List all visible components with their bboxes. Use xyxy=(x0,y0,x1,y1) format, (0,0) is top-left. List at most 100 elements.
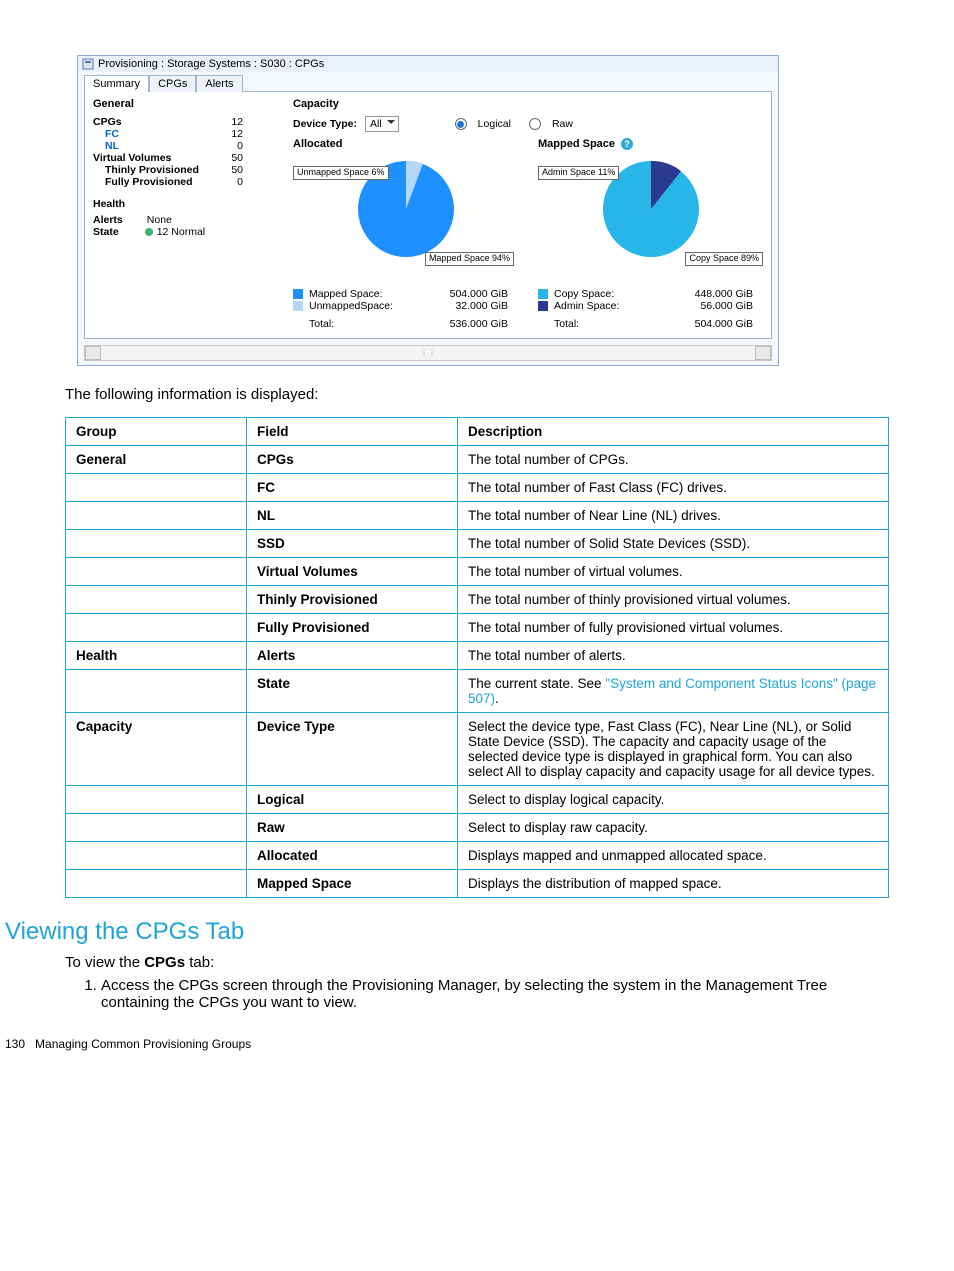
swatch-unmapped-icon xyxy=(293,301,303,311)
cell-desc: The current state. See "System and Compo… xyxy=(458,670,889,713)
help-icon[interactable]: ? xyxy=(621,138,633,150)
cell-group xyxy=(66,530,247,558)
table-row: Virtual VolumesThe total number of virtu… xyxy=(66,558,889,586)
thin-label: Thinly Provisioned xyxy=(93,164,199,176)
cell-group xyxy=(66,474,247,502)
scroll-right-button[interactable] xyxy=(755,346,771,360)
cell-desc: The total number of fully provisioned vi… xyxy=(458,614,889,642)
cell-group: General xyxy=(66,446,247,474)
legend-unmapped-val: 32.000 GiB xyxy=(455,300,508,312)
cell-group xyxy=(66,586,247,614)
capacity-heading: Capacity xyxy=(293,98,763,110)
cpgs-label: CPGs xyxy=(93,116,122,128)
horizontal-scrollbar[interactable]: ⋮⋮ xyxy=(84,345,772,361)
legend-copy-val: 448.000 GiB xyxy=(695,288,753,300)
fc-value: 12 xyxy=(231,128,243,140)
table-row: CapacityDevice TypeSelect the device typ… xyxy=(66,713,889,786)
state-value: 12 Normal xyxy=(145,226,205,238)
admin-callout: Admin Space 11% xyxy=(538,166,619,180)
fc-label[interactable]: FC xyxy=(93,128,119,140)
cell-field: Logical xyxy=(247,786,458,814)
table-row: Fully ProvisionedThe total number of ful… xyxy=(66,614,889,642)
cell-field: Raw xyxy=(247,814,458,842)
cell-field: SSD xyxy=(247,530,458,558)
cell-group xyxy=(66,558,247,586)
table-row: StateThe current state. See "System and … xyxy=(66,670,889,713)
cell-group xyxy=(66,814,247,842)
cell-field: Thinly Provisioned xyxy=(247,586,458,614)
logical-label: Logical xyxy=(478,118,511,130)
table-row: FCThe total number of Fast Class (FC) dr… xyxy=(66,474,889,502)
window-title: Provisioning : Storage Systems : S030 : … xyxy=(98,58,324,70)
allocated-chart: Allocated Unmapped Space 6% Mapped Space… xyxy=(293,138,518,330)
tab-alerts[interactable]: Alerts xyxy=(196,75,242,92)
full-value: 0 xyxy=(237,176,243,188)
logical-radio[interactable] xyxy=(455,118,467,130)
vv-value: 50 xyxy=(231,152,243,164)
cell-desc: The total number of Fast Class (FC) driv… xyxy=(458,474,889,502)
full-label: Fully Provisioned xyxy=(93,176,193,188)
raw-label: Raw xyxy=(552,118,573,130)
cell-desc: The total number of alerts. xyxy=(458,642,889,670)
cell-field: Alerts xyxy=(247,642,458,670)
tab-strip: Summary CPGs Alerts xyxy=(78,72,778,91)
window-title-bar: Provisioning : Storage Systems : S030 : … xyxy=(78,56,778,72)
table-row: RawSelect to display raw capacity. xyxy=(66,814,889,842)
scroll-left-button[interactable] xyxy=(85,346,101,360)
allocated-total-label: Total: xyxy=(293,318,334,330)
swatch-admin-icon xyxy=(538,301,548,311)
table-row: SSDThe total number of Solid State Devic… xyxy=(66,530,889,558)
cell-group xyxy=(66,786,247,814)
intro-text: The following information is displayed: xyxy=(65,386,889,403)
device-type-dropdown[interactable]: All xyxy=(365,116,399,132)
legend-admin-val: 56.000 GiB xyxy=(700,300,753,312)
table-row: Mapped SpaceDisplays the distribution of… xyxy=(66,870,889,898)
mapped-total-label: Total: xyxy=(538,318,579,330)
legend-copy-label: Copy Space: xyxy=(554,288,614,300)
status-normal-icon xyxy=(145,228,153,236)
legend-mapped-label: Mapped Space: xyxy=(309,288,383,300)
vv-label: Virtual Volumes xyxy=(93,152,171,164)
table-row: Thinly ProvisionedThe total number of th… xyxy=(66,586,889,614)
cell-field: Mapped Space xyxy=(247,870,458,898)
state-label: State xyxy=(93,226,119,238)
section-intro: To view the CPGs tab: xyxy=(65,954,889,971)
capacity-column: Capacity Device Type: All Logical Raw Al… xyxy=(293,98,763,330)
tab-body: General CPGs12 FC12 NL0 Virtual Volumes5… xyxy=(84,91,772,339)
nl-label[interactable]: NL xyxy=(93,140,119,152)
table-row: GeneralCPGsThe total number of CPGs. xyxy=(66,446,889,474)
cell-group xyxy=(66,870,247,898)
unmapped-callout: Unmapped Space 6% xyxy=(293,166,389,180)
alerts-label: Alerts xyxy=(93,214,123,226)
cell-group xyxy=(66,614,247,642)
cell-field: Virtual Volumes xyxy=(247,558,458,586)
tab-summary[interactable]: Summary xyxy=(84,75,149,92)
cell-desc: The total number of Near Line (NL) drive… xyxy=(458,502,889,530)
th-desc: Description xyxy=(458,418,889,446)
scroll-grip-icon: ⋮⋮ xyxy=(420,349,436,358)
cpgs-value: 12 xyxy=(231,116,243,128)
legend-mapped-val: 504.000 GiB xyxy=(450,288,508,300)
cell-group: Capacity xyxy=(66,713,247,786)
allocated-total-val: 536.000 GiB xyxy=(450,318,508,330)
cell-field: NL xyxy=(247,502,458,530)
cell-desc: The total number of Solid State Devices … xyxy=(458,530,889,558)
cell-desc: The total number of CPGs. xyxy=(458,446,889,474)
raw-radio[interactable] xyxy=(529,118,541,130)
cell-group: Health xyxy=(66,642,247,670)
nl-value: 0 xyxy=(237,140,243,152)
th-group: Group xyxy=(66,418,247,446)
field-description-table: Group Field Description GeneralCPGsThe t… xyxy=(65,417,889,898)
screenshot-panel: Provisioning : Storage Systems : S030 : … xyxy=(77,55,779,366)
device-type-label: Device Type: xyxy=(293,118,357,130)
swatch-mapped-icon xyxy=(293,289,303,299)
cell-desc: Displays the distribution of mapped spac… xyxy=(458,870,889,898)
cell-group xyxy=(66,502,247,530)
cell-group xyxy=(66,842,247,870)
cell-desc: The total number of virtual volumes. xyxy=(458,558,889,586)
cell-desc: Select to display logical capacity. xyxy=(458,786,889,814)
table-row: LogicalSelect to display logical capacit… xyxy=(66,786,889,814)
tab-cpgs[interactable]: CPGs xyxy=(149,75,196,92)
cell-field: FC xyxy=(247,474,458,502)
mapped-total-val: 504.000 GiB xyxy=(695,318,753,330)
